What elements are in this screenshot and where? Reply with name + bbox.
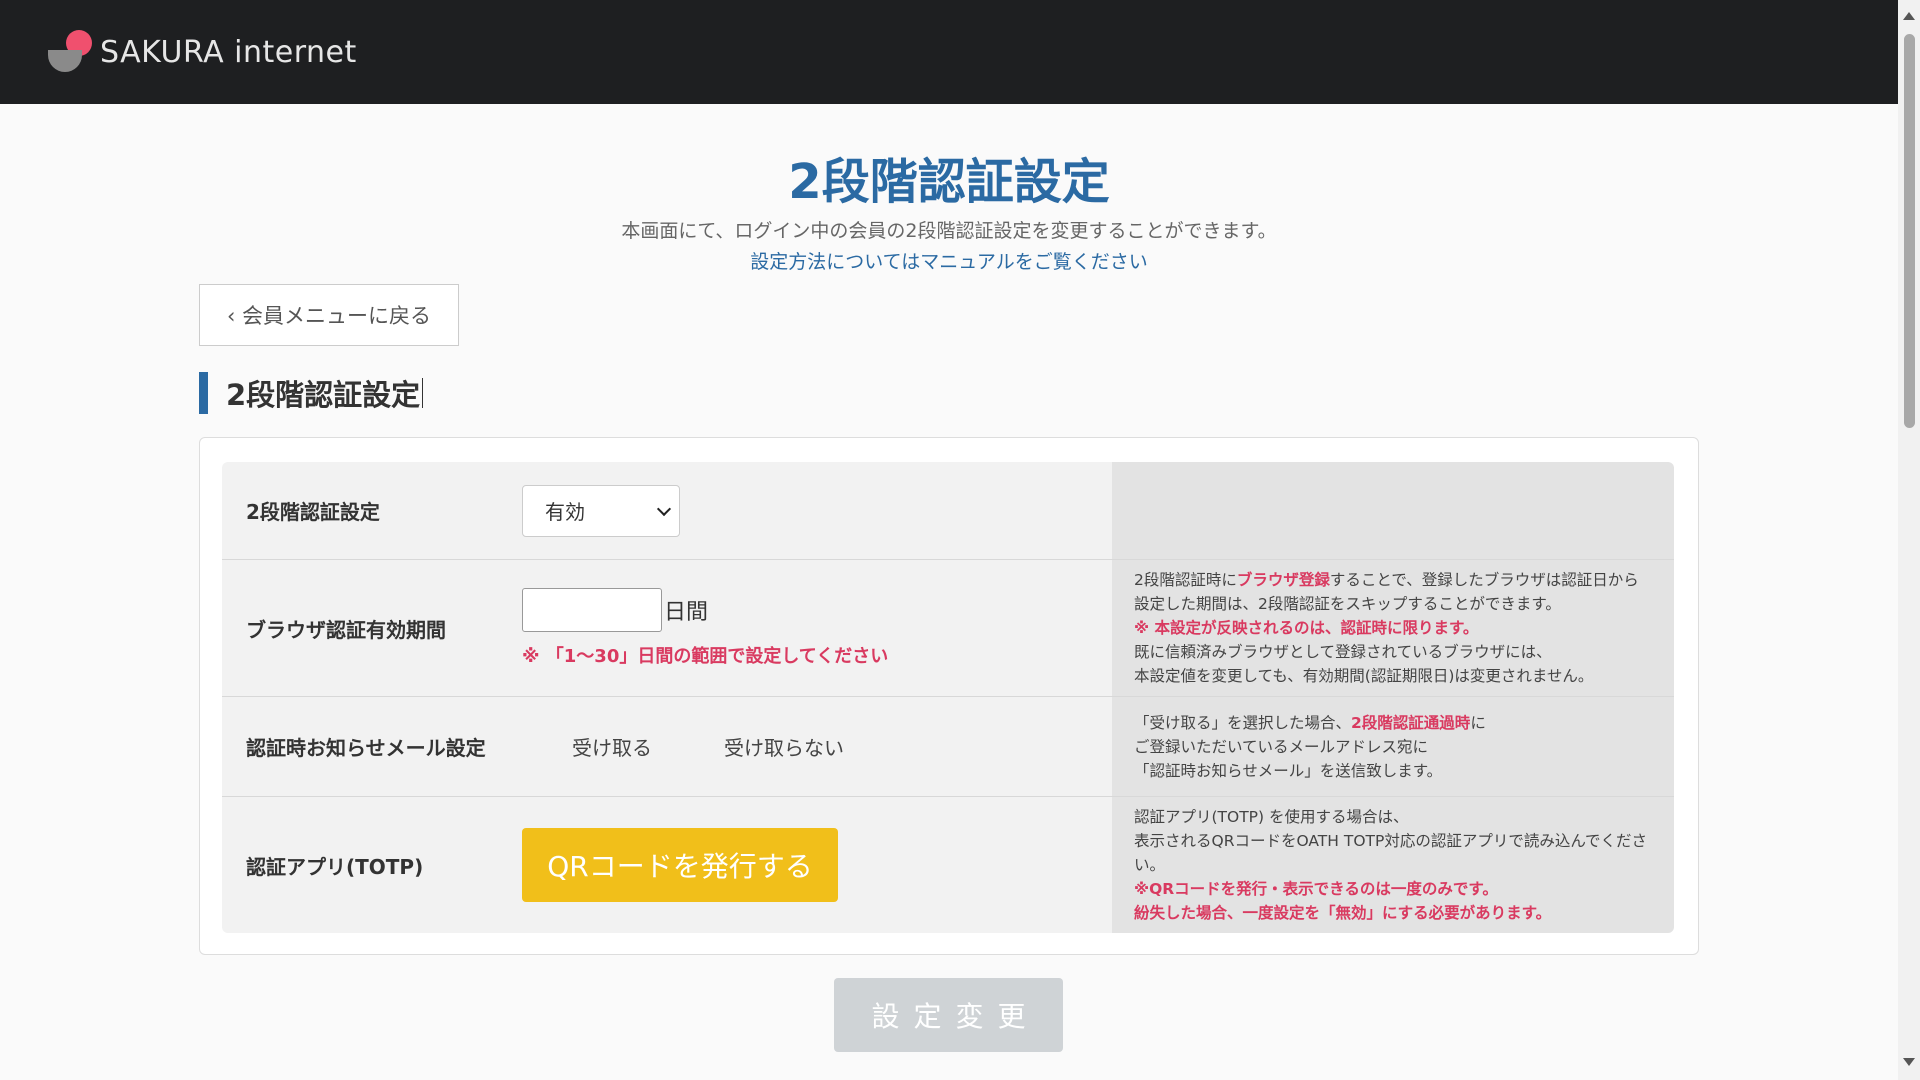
page-description: 本画面にて、ログイン中の会員の2段階認証設定を変更することができます。 <box>621 220 1277 242</box>
sakura-logo[interactable]: SAKURA internet <box>48 22 357 82</box>
two-factor-selected-value: 有効 <box>545 500 585 524</box>
row-browser-period: ブラウザ認証有効期間 日間 ※ 「1〜30」日間の範囲で設定してください 2段階… <box>222 560 1674 697</box>
note-line: 表示されるQRコードをOATH TOTP対応の認証アプリで読み込んでくださ <box>1134 832 1648 850</box>
note-line: 認証アプリ(TOTP) を使用する場合は、 <box>1134 808 1409 826</box>
note-line: 本設定値を変更しても、有効期間(認証期限日)は変更されません。 <box>1134 667 1594 685</box>
note-line: ご登録いただいているメールアドレス宛に <box>1134 737 1429 756</box>
mail-radio-group: 受け取る 受け取らない <box>522 732 1112 761</box>
totp-value-cell: QRコードを発行する <box>522 797 1112 933</box>
scroll-down-icon[interactable] <box>1903 1058 1915 1066</box>
logo-text: SAKURA internet <box>100 34 357 70</box>
mail-setting-label: 認証時お知らせメール設定 <box>222 697 522 796</box>
back-to-member-menu-button[interactable]: ‹ 会員メニューに戻る <box>199 284 459 346</box>
section-heading: 2段階認証設定 <box>199 372 424 414</box>
scrollbar[interactable] <box>1898 0 1920 1080</box>
scroll-up-icon[interactable] <box>1903 12 1915 20</box>
section-accent-bar <box>199 372 208 414</box>
text-caret <box>422 378 424 408</box>
browser-period-value-cell: 日間 ※ 「1〜30」日間の範囲で設定してください <box>522 560 1112 696</box>
sakura-logo-icon <box>48 28 96 76</box>
totp-label: 認証アプリ(TOTP) <box>222 797 522 933</box>
radio-not-receive[interactable]: 受け取らない <box>724 732 844 761</box>
browser-period-note: 2段階認証時にブラウザ登録することで、登録したブラウザは認証日から 設定した期間… <box>1112 560 1674 696</box>
note-line: い。 <box>1134 856 1166 874</box>
note-line: 2段階認証時にブラウザ登録することで、登録したブラウザは認証日から <box>1134 571 1639 589</box>
settings-card: 2段階認証設定 有効 ブラウザ認証有効期間 日間 ※ 「1〜30」日間の範囲で設… <box>199 437 1699 955</box>
mail-setting-value-cell: 受け取る 受け取らない <box>522 697 1112 796</box>
two-factor-value-cell: 有効 <box>522 462 1112 559</box>
row-two-factor: 2段階認証設定 有効 <box>222 462 1674 560</box>
browser-period-input[interactable] <box>522 588 662 632</box>
browser-period-label: ブラウザ認証有効期間 <box>222 560 522 696</box>
top-header: SAKURA internet <box>0 0 1898 104</box>
mail-setting-note: 「受け取る」を選択した場合、2段階認証通過時に ご登録いただいているメールアドレ… <box>1112 697 1674 796</box>
days-line: 日間 <box>522 588 1112 632</box>
note-line: 「受け取る」を選択した場合、2段階認証通過時に <box>1134 713 1486 732</box>
note-line: 「認証時お知らせメール」を送信致します。 <box>1134 761 1443 780</box>
note-line: ※QRコードを発行・表示できるのは一度のみです。 <box>1134 880 1498 898</box>
browser-period-hint: ※ 「1〜30」日間の範囲で設定してください <box>522 646 889 667</box>
totp-note: 認証アプリ(TOTP) を使用する場合は、 表示されるQRコードをOATH TO… <box>1112 797 1674 933</box>
issue-qr-code-button[interactable]: QRコードを発行する <box>522 828 838 902</box>
days-unit: 日間 <box>664 600 709 625</box>
scroll-thumb[interactable] <box>1904 34 1915 428</box>
row-totp: 認証アプリ(TOTP) QRコードを発行する 認証アプリ(TOTP) を使用する… <box>222 797 1674 933</box>
note-line: ※ 本設定が反映されるのは、認証時に限ります。 <box>1134 619 1479 637</box>
submit-settings-button[interactable]: 設定変更 <box>834 978 1063 1052</box>
settings-table: 2段階認証設定 有効 ブラウザ認証有効期間 日間 ※ 「1〜30」日間の範囲で設… <box>222 462 1674 933</box>
two-factor-note <box>1112 462 1674 559</box>
page-title: 2段階認証設定 <box>788 154 1110 210</box>
radio-receive[interactable]: 受け取る <box>572 732 652 761</box>
row-mail-setting: 認証時お知らせメール設定 受け取る 受け取らない 「受け取る」を選択した場合、2… <box>222 697 1674 797</box>
note-line: 設定した期間は、2段階認証をスキップすることができます。 <box>1134 595 1561 613</box>
section-title: 2段階認証設定 <box>226 378 421 412</box>
manual-link[interactable]: 設定方法についてはマニュアルをご覧ください <box>0 247 1898 274</box>
two-factor-label: 2段階認証設定 <box>222 462 522 559</box>
two-factor-select[interactable]: 有効 <box>522 484 680 537</box>
chevron-down-icon <box>656 501 672 516</box>
note-line: 既に信頼済みブラウザとして登録されているブラウザには、 <box>1134 643 1552 661</box>
note-line: 紛失した場合、一度設定を「無効」にする必要があります。 <box>1134 904 1552 922</box>
